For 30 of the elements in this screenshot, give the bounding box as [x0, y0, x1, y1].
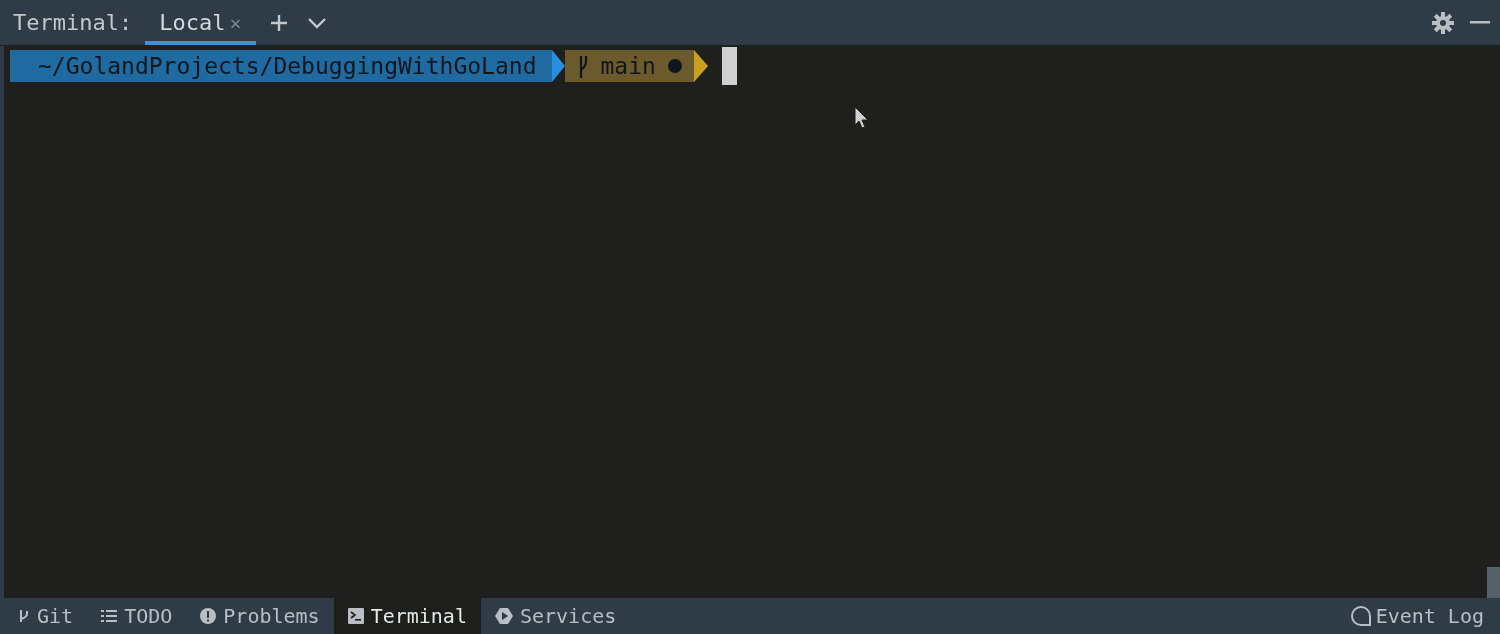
- minimize-button[interactable]: [1470, 20, 1490, 25]
- arrow-icon: [551, 50, 565, 82]
- scrollbar-thumb[interactable]: [1487, 567, 1500, 598]
- tool-window-tab[interactable]: Terminal: [333, 598, 481, 634]
- speech-bubble-icon: [1349, 605, 1372, 627]
- close-icon[interactable]: ×: [229, 10, 242, 35]
- branch-name: main: [600, 53, 656, 79]
- path-segment: ~/GolandProjects/DebuggingWithGoLand: [10, 50, 552, 82]
- text-cursor: [721, 47, 737, 85]
- branch-icon: [18, 608, 30, 624]
- minimize-icon: [1470, 20, 1490, 25]
- terminal-icon: [347, 608, 364, 624]
- event-log-button[interactable]: Event Log: [1349, 604, 1484, 628]
- session-tab[interactable]: Local ×: [145, 0, 256, 45]
- add-button[interactable]: [269, 13, 288, 32]
- settings-button[interactable]: [1432, 11, 1454, 34]
- panel-title: Terminal:: [13, 10, 133, 35]
- tool-window-tab[interactable]: TODO: [87, 598, 187, 634]
- list-icon: [101, 609, 118, 623]
- plus-icon: [269, 13, 288, 32]
- settings-icon: [1432, 11, 1454, 34]
- tool-window-tab[interactable]: Services: [480, 598, 631, 634]
- tool-window-tab[interactable]: Problems: [186, 598, 334, 634]
- mouse-pointer-icon: [854, 106, 868, 130]
- exclamation-icon: [200, 608, 217, 624]
- dropdown-button[interactable]: [307, 16, 326, 29]
- play-icon: [494, 607, 513, 625]
- arrow-icon: [693, 50, 708, 82]
- tool-window-tab[interactable]: Git: [4, 598, 88, 634]
- chevron-down-icon: [307, 16, 326, 29]
